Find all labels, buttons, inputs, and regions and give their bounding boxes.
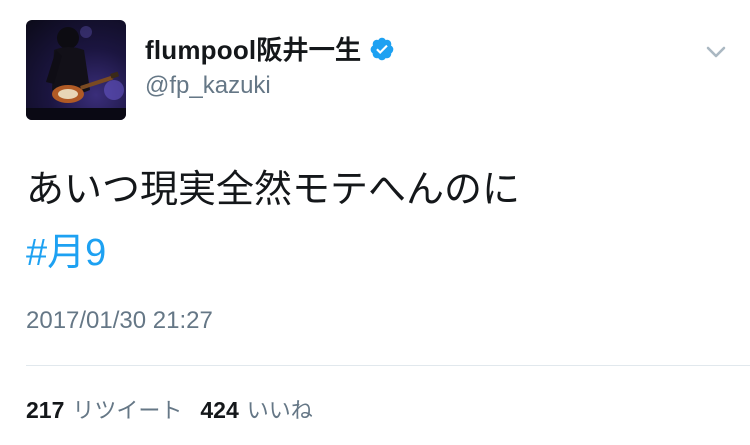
retweets-count: 217	[26, 397, 65, 423]
likes-stat[interactable]: 424 いいね	[200, 393, 312, 425]
retweets-label: リツイート	[72, 398, 183, 423]
hashtag-link[interactable]: #月9	[26, 228, 106, 278]
tweet-stats: 217 リツイート 424 いいね	[26, 393, 331, 425]
verified-badge-icon	[369, 36, 395, 62]
avatar-image	[26, 26, 126, 120]
user-handle[interactable]: @fp_kazuki	[145, 72, 271, 100]
retweets-stat[interactable]: 217 リツイート	[26, 393, 182, 425]
likes-count: 424	[200, 397, 239, 423]
chevron-down-icon[interactable]	[702, 38, 730, 66]
avatar[interactable]	[26, 20, 126, 120]
author-name-row[interactable]: flumpool阪井一生	[145, 30, 395, 67]
likes-label: いいね	[246, 398, 313, 423]
tweet-timestamp[interactable]: 2017/01/30 21:27	[26, 307, 213, 335]
divider	[26, 365, 750, 366]
tweet-card: flumpool阪井一生 @fp_kazuki あいつ現実全然モテへんのに #月…	[0, 0, 750, 445]
display-name[interactable]: flumpool阪井一生	[145, 30, 361, 67]
tweet-text: あいつ現実全然モテへんのに	[26, 169, 521, 211]
